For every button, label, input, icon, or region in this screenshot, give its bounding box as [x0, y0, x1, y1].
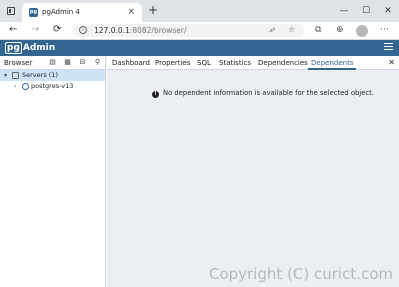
pgadmin-favicon-icon: pg	[29, 8, 38, 17]
forward-icon[interactable]: →	[31, 24, 39, 35]
tree-item-postgres-v13[interactable]: › postgres-v13	[0, 81, 105, 92]
profile-avatar[interactable]	[356, 25, 368, 37]
main-panel: Dashboard Properties SQL Statistics Depe…	[107, 56, 399, 287]
pgadmin-logo: pg Admin	[5, 42, 56, 54]
table-view-icon[interactable]: ▦	[63, 58, 72, 67]
hamburger-menu-icon[interactable]	[384, 43, 393, 52]
tab-properties[interactable]: Properties	[152, 56, 193, 70]
copyright-watermark: Copyright (C) curict.com	[208, 265, 393, 283]
server-group-icon	[12, 72, 19, 79]
window-controls: — ☐ ✕	[333, 0, 399, 22]
tab-close-icon[interactable]: ×	[127, 7, 135, 17]
tree-item-label: Servers (1)	[22, 71, 58, 79]
back-icon[interactable]: ←	[9, 24, 17, 35]
site-info-icon[interactable]: i	[79, 26, 87, 34]
object-properties-icon[interactable]: ▤	[48, 58, 57, 67]
browser-tab-strip: pg pgAdmin 4 × + — ☐ ✕	[0, 0, 399, 22]
tab-statistics[interactable]: Statistics	[216, 56, 254, 70]
info-icon: !	[152, 91, 159, 98]
browser-tab[interactable]: pg pgAdmin 4 ×	[22, 3, 142, 22]
tab-sql[interactable]: SQL	[194, 56, 214, 70]
info-message-text: No dependent information is available fo…	[163, 89, 374, 97]
collections-icon[interactable]: ⧉	[315, 25, 321, 35]
close-panel-icon[interactable]: ✕	[388, 56, 395, 70]
chevron-down-icon[interactable]: ▾	[4, 70, 7, 81]
browser-toolbar: ← → ⟳ i 127.0.0.1:8082/browser/ ꭿᴬ ☆ ⧉ ⊕…	[0, 22, 399, 40]
browser-panel-title: Browser	[4, 59, 33, 67]
more-menu-icon[interactable]: ⋯	[380, 25, 389, 35]
reload-icon[interactable]: ⟳	[53, 24, 61, 35]
read-aloud-icon[interactable]: ꭿᴬ	[269, 27, 275, 35]
panel-tabs: Dashboard Properties SQL Statistics Depe…	[107, 56, 399, 70]
browser-tab-title: pgAdmin 4	[42, 8, 80, 16]
tab-dependents[interactable]: Dependents	[308, 56, 357, 70]
tree-item-servers[interactable]: ▾ Servers (1)	[0, 70, 105, 81]
url-text[interactable]: 127.0.0.1:8082/browser/	[94, 26, 186, 35]
close-window-button[interactable]: ✕	[377, 0, 399, 22]
tree-item-label: postgres-v13	[31, 82, 74, 90]
maximize-button[interactable]: ☐	[355, 0, 377, 22]
tab-dashboard[interactable]: Dashboard	[109, 56, 153, 70]
chevron-right-icon[interactable]: ›	[14, 81, 16, 92]
pgadmin-header: pg Admin	[0, 40, 399, 56]
extensions-icon[interactable]: ⊕	[336, 25, 344, 35]
address-bar[interactable]: i 127.0.0.1:8082/browser/ ꭿᴬ ☆	[72, 24, 304, 37]
favorite-star-icon[interactable]: ☆	[288, 25, 295, 34]
minimize-button[interactable]: —	[333, 0, 355, 22]
browser-panel: Browser ▤ ▦ ⊟ ⚲ ▾ Servers (1) › postgres…	[0, 56, 106, 287]
search-icon[interactable]: ⚲	[93, 58, 102, 67]
window-menu-icon[interactable]	[7, 7, 15, 15]
browser-panel-toolbar: Browser ▤ ▦ ⊟ ⚲	[0, 56, 105, 70]
postgres-server-icon	[22, 83, 29, 90]
info-message: ! No dependent information is available f…	[152, 89, 374, 98]
tab-dependencies[interactable]: Dependencies	[255, 56, 311, 70]
new-tab-button[interactable]: +	[148, 3, 158, 17]
filter-rows-icon[interactable]: ⊟	[78, 58, 87, 67]
